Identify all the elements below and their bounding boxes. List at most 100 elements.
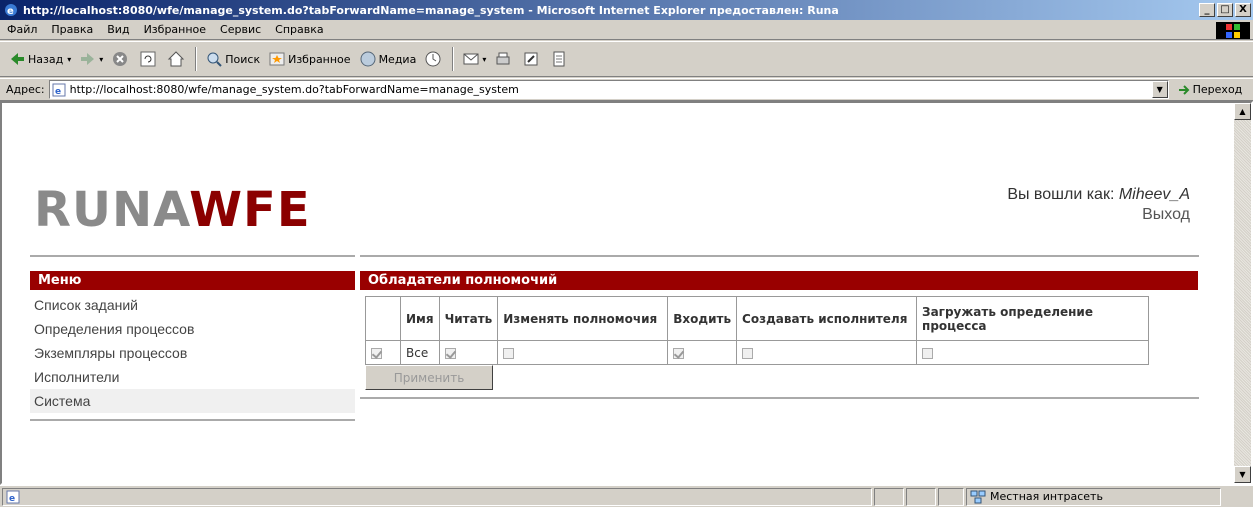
divider	[360, 397, 1199, 399]
menu-link-process-instances[interactable]: Экземпляры процессов	[30, 341, 355, 365]
search-button[interactable]: Поиск	[201, 47, 264, 71]
address-bar: Адрес: e http://localhost:8080/wfe/manag…	[0, 78, 1253, 101]
logout-link[interactable]: Выход	[1007, 206, 1190, 224]
history-button[interactable]	[420, 47, 448, 71]
chevron-down-icon: ▾	[99, 54, 104, 64]
menu-link-system[interactable]: Система	[30, 389, 355, 413]
col-login: Входить	[667, 296, 738, 341]
status-pane	[938, 487, 964, 506]
menu-link-tasks[interactable]: Список заданий	[30, 293, 355, 317]
scroll-down-button[interactable]: ▼	[1234, 466, 1251, 483]
windows-logo-icon	[1216, 22, 1250, 39]
refresh-icon	[140, 51, 156, 67]
col-read: Читать	[438, 296, 499, 341]
login-info: Вы вошли как: Miheev_A Выход	[1007, 186, 1190, 224]
menu-edit[interactable]: Правка	[44, 23, 100, 36]
divider	[360, 255, 1199, 257]
address-input[interactable]: e http://localhost:8080/wfe/manage_syste…	[48, 80, 1169, 99]
chevron-down-icon: ▼	[1156, 85, 1163, 94]
login-user: Miheev_A	[1118, 186, 1190, 203]
login-prefix: Вы вошли как:	[1007, 186, 1119, 203]
ie-page-icon: e	[6, 490, 20, 504]
select-checkbox[interactable]	[371, 347, 382, 359]
refresh-button[interactable]	[135, 47, 163, 71]
mail-button[interactable]: ▾	[458, 47, 490, 71]
status-pane	[874, 487, 904, 506]
intranet-icon	[970, 490, 986, 503]
permissions-panel: Обладатели полномочий Имя Читать Изменят…	[360, 271, 1199, 399]
svg-text:e: e	[55, 87, 61, 97]
toolbar-separator	[195, 47, 198, 71]
maximize-button[interactable]: □	[1217, 3, 1233, 17]
menu-tools[interactable]: Сервис	[213, 23, 268, 36]
search-icon	[207, 52, 222, 67]
window-title-bar: e http://localhost:8080/wfe/manage_syste…	[0, 0, 1253, 20]
menu-bar: Файл Правка Вид Избранное Сервис Справка	[0, 20, 1253, 40]
menu-file[interactable]: Файл	[0, 23, 44, 36]
divider	[30, 419, 355, 421]
close-button[interactable]: X	[1235, 3, 1251, 17]
create-executor-checkbox[interactable]	[742, 347, 754, 359]
back-arrow-icon	[11, 53, 24, 65]
go-button[interactable]: Переход	[1177, 83, 1243, 97]
media-button[interactable]: Медиа	[355, 47, 421, 71]
col-change-permissions: Изменять полномочия	[497, 296, 669, 341]
table-row: Все	[365, 340, 1150, 365]
svg-text:e: e	[7, 6, 14, 17]
forward-arrow-icon	[81, 53, 95, 65]
divider	[30, 255, 355, 257]
col-create-executor: Создавать исполнителя	[736, 296, 918, 341]
menu-view[interactable]: Вид	[100, 23, 136, 36]
home-button[interactable]	[163, 47, 191, 71]
status-bar: e Местная интрасеть	[0, 485, 1253, 507]
menu-link-executors[interactable]: Исполнители	[30, 365, 355, 389]
discuss-button[interactable]	[546, 47, 574, 71]
favorites-button[interactable]: Избранное	[264, 47, 354, 71]
menu-link-process-definitions[interactable]: Определения процессов	[30, 317, 355, 341]
login-checkbox[interactable]	[673, 347, 685, 359]
scroll-up-button[interactable]: ▲	[1234, 103, 1251, 120]
chevron-down-icon: ▾	[67, 54, 72, 64]
print-icon	[496, 52, 510, 65]
home-icon	[168, 51, 185, 67]
menu-help[interactable]: Справка	[268, 23, 330, 36]
col-load-definition: Загружать определение процесса	[916, 296, 1150, 341]
address-label: Адрес:	[6, 83, 45, 96]
change-permissions-checkbox[interactable]	[503, 347, 515, 359]
toolbar-separator	[452, 47, 455, 71]
stop-button[interactable]	[107, 47, 135, 71]
forward-button[interactable]: ▾	[75, 47, 107, 71]
media-label: Медиа	[378, 52, 417, 66]
chevron-down-icon: ▾	[482, 54, 487, 64]
svg-text:e: e	[9, 494, 15, 504]
col-name: Имя	[400, 296, 440, 341]
back-label: Назад	[28, 52, 64, 66]
chevron-up-icon: ▲	[1239, 107, 1246, 116]
toolbar: Назад ▾ ▾ Поиск Избранное Медиа ▾	[0, 41, 1253, 77]
address-dropdown-button[interactable]: ▼	[1151, 81, 1168, 98]
history-icon	[425, 51, 441, 67]
go-label: Переход	[1192, 83, 1243, 96]
edit-button[interactable]	[518, 47, 546, 71]
col-select	[365, 296, 401, 341]
apply-button[interactable]: Применить	[365, 365, 493, 390]
menu-favorites[interactable]: Избранное	[137, 23, 213, 36]
favorites-label: Избранное	[288, 52, 351, 66]
search-label: Поиск	[225, 52, 261, 66]
read-checkbox[interactable]	[444, 347, 456, 359]
menu-title: Меню	[30, 271, 355, 290]
logo-wfe: WFE	[189, 182, 311, 238]
go-arrow-icon	[1178, 84, 1190, 95]
document-icon	[553, 51, 565, 67]
status-pane-main: e	[2, 487, 872, 506]
mail-icon	[463, 53, 479, 65]
ie-page-icon: e	[52, 83, 66, 97]
zone-label: Местная интрасеть	[990, 490, 1103, 503]
minimize-button[interactable]: _	[1199, 3, 1215, 17]
print-button[interactable]	[490, 47, 518, 71]
status-zone: Местная интрасеть	[966, 487, 1221, 506]
back-button[interactable]: Назад ▾	[4, 47, 75, 71]
vertical-scrollbar[interactable]: ▲ ▼	[1234, 103, 1251, 483]
load-definition-checkbox[interactable]	[922, 347, 934, 359]
row-name: Все	[400, 340, 440, 365]
